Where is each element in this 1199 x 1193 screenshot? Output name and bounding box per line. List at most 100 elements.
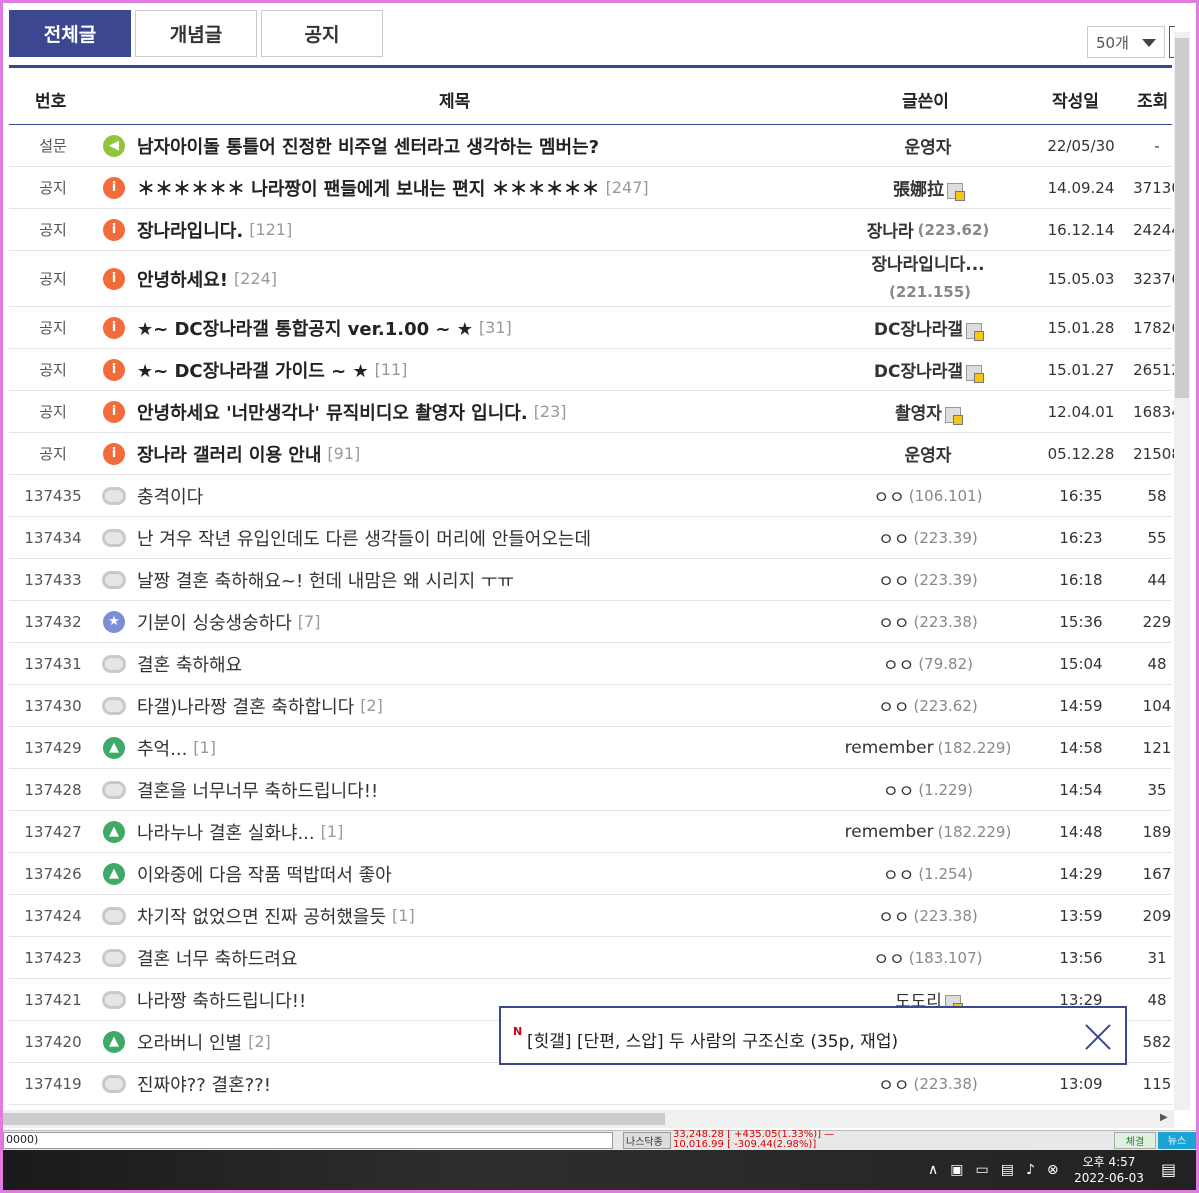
notice-row[interactable]: 공지 i ★~ DC장나라갤 가이드 ~ ★ [11] DC장나라갤 15.01…	[9, 349, 1181, 391]
status-tab-news[interactable]: 뉴스	[1158, 1132, 1196, 1149]
post-writer[interactable]: 운영자	[799, 125, 1057, 166]
reply-count[interactable]: [91]	[327, 444, 360, 463]
vertical-scroll-thumb[interactable]	[1175, 38, 1189, 398]
post-title-link[interactable]: 충격이다	[137, 475, 837, 516]
table-row[interactable]: 137429 ▲ 추억... [1] remember (182.229) 14…	[9, 727, 1172, 769]
notice-row[interactable]: 공지 i 장나라입니다. [121] 장나라 (223.62) 16.12.14…	[9, 209, 1181, 251]
reply-count[interactable]: [2]	[360, 696, 383, 715]
post-writer[interactable]: ㅇㅇ (183.107)	[799, 937, 1057, 978]
scroll-right-icon[interactable]: ▶	[1160, 1112, 1168, 1123]
close-circle-icon[interactable]: ⊗	[1047, 1162, 1059, 1178]
popup-link[interactable]: [힛갤] [단편, 스압] 두 사람의 구조신호 (35p, 재업)	[527, 1027, 898, 1052]
notice-row[interactable]: 공지 i 안녕하세요 '너만생각나' 뮤직비디오 촬영자 입니다. [23] 촬…	[9, 391, 1181, 433]
list-size-select[interactable]: 50개	[1087, 26, 1165, 58]
reply-count[interactable]: [2]	[248, 1032, 271, 1051]
post-writer[interactable]: DC장나라갤	[799, 307, 1057, 348]
post-title-link[interactable]: 결혼 너무 축하드려요	[137, 937, 837, 978]
post-title-link[interactable]: 난 겨우 작년 유입인데도 다른 생각들이 머리에 안들어오는데	[137, 517, 837, 558]
post-date: 15.01.27	[1047, 360, 1115, 379]
post-writer[interactable]: 촬영자	[799, 391, 1057, 432]
notification-icon[interactable]: ▤	[1161, 1160, 1176, 1179]
table-row[interactable]: 137431 결혼 축하해요 ㅇㅇ (79.82) 15:04 48	[9, 643, 1172, 685]
post-title-link[interactable]: 날짱 결혼 축하해요~! 헌데 내맘은 왜 시리지 ㅜㅠ	[137, 559, 837, 600]
post-writer[interactable]: ㅇㅇ (223.39)	[799, 517, 1057, 558]
table-row[interactable]: 137426 ▲ 이와중에 다음 작품 떡밥떠서 좋아 ㅇㅇ (1.254) 1…	[9, 853, 1172, 895]
notice-row[interactable]: 공지 i 안녕하세요! [224] 장나라입니다... (221.155) 15…	[9, 251, 1181, 307]
post-writer[interactable]: ㅇㅇ (223.38)	[799, 895, 1057, 936]
post-title-link[interactable]: 진짜야?? 결혼??!	[137, 1063, 837, 1104]
post-title-link[interactable]: 안녕하세요 '너만생각나' 뮤직비디오 촬영자 입니다. [23]	[137, 391, 837, 432]
notice-row[interactable]: 공지 i ＊＊＊＊＊＊ 나라짱이 팬들에게 보내는 편지 ＊＊＊＊＊＊ [247…	[9, 167, 1181, 209]
table-row[interactable]: 137430 타갤)나라짱 결혼 축하합니다 [2] ㅇㅇ (223.62) 1…	[9, 685, 1172, 727]
post-title-link[interactable]: 기분이 싱숭생숭하다 [7]	[137, 601, 837, 642]
notice-row[interactable]: 공지 i 장나라 갤러리 이용 안내 [91] 운영자 05.12.28 215…	[9, 433, 1181, 475]
post-writer[interactable]: 張娜拉	[799, 167, 1057, 208]
post-writer[interactable]: ㅇㅇ (79.82)	[799, 643, 1057, 684]
volume-icon[interactable]: ♪	[1026, 1162, 1035, 1178]
post-title-link[interactable]: 차기작 없었으면 진짜 공허했을듯 [1]	[137, 895, 837, 936]
reply-count[interactable]: [247]	[606, 178, 649, 197]
close-icon[interactable]	[1083, 1022, 1113, 1052]
post-writer[interactable]: ㅇㅇ (223.39)	[799, 559, 1057, 600]
post-writer[interactable]: ㅇㅇ (223.62)	[799, 685, 1057, 726]
post-number: 공지	[39, 445, 67, 463]
reply-count[interactable]: [224]	[234, 269, 277, 288]
table-row[interactable]: 137424 차기작 없었으면 진짜 공허했을듯 [1] ㅇㅇ (223.38)…	[9, 895, 1172, 937]
post-title-link[interactable]: 이와중에 다음 작품 떡밥떠서 좋아	[137, 853, 837, 894]
post-writer[interactable]: ㅇㅇ (223.38)	[799, 1063, 1057, 1104]
tray-expand-icon[interactable]: ∧	[928, 1162, 938, 1178]
post-writer[interactable]: ㅇㅇ (106.101)	[799, 475, 1057, 516]
post-title-link[interactable]: 안녕하세요! [224]	[137, 251, 837, 306]
reply-count[interactable]: [23]	[534, 402, 567, 421]
table-row[interactable]: 137428 결혼을 너무너무 축하드립니다!! ㅇㅇ (1.229) 14:5…	[9, 769, 1172, 811]
post-title-link[interactable]: 나라누나 결혼 실화냐... [1]	[137, 811, 837, 852]
post-title-link[interactable]: 장나라 갤러리 이용 안내 [91]	[137, 433, 837, 474]
post-title-link[interactable]: 결혼 축하해요	[137, 643, 837, 684]
post-writer[interactable]: DC장나라갤	[799, 349, 1057, 390]
post-title-link[interactable]: 장나라입니다. [121]	[137, 209, 837, 250]
post-writer[interactable]: ㅇㅇ (223.38)	[799, 601, 1057, 642]
horizontal-scroll-thumb[interactable]	[3, 1113, 665, 1125]
network-icon[interactable]: ▤	[1001, 1162, 1014, 1178]
reply-count[interactable]: [1]	[321, 822, 344, 841]
post-title-link[interactable]: 결혼을 너무너무 축하드립니다!!	[137, 769, 837, 810]
table-row[interactable]: 137434 난 겨우 작년 유입인데도 다른 생각들이 머리에 안들어오는데 …	[9, 517, 1172, 559]
table-row[interactable]: 137435 충격이다 ㅇㅇ (106.101) 16:35 58	[9, 475, 1172, 517]
post-title-link[interactable]: 남자아이돌 통틀어 진정한 비주얼 센터라고 생각하는 멤버는?	[137, 125, 837, 166]
table-row[interactable]: 137432 ★ 기분이 싱숭생숭하다 [7] ㅇㅇ (223.38) 15:3…	[9, 601, 1172, 643]
post-title-link[interactable]: ＊＊＊＊＊＊ 나라짱이 팬들에게 보내는 편지 ＊＊＊＊＊＊ [247]	[137, 167, 837, 208]
post-type-icon-wrap: i	[102, 349, 126, 390]
table-row[interactable]: 137433 날짱 결혼 축하해요~! 헌데 내맘은 왜 시리지 ㅜㅠ ㅇㅇ (…	[9, 559, 1172, 601]
tab-all[interactable]: 전체글	[9, 10, 131, 57]
post-writer[interactable]: ㅇㅇ (1.254)	[799, 853, 1057, 894]
reply-count[interactable]: [7]	[298, 612, 321, 631]
post-writer[interactable]: 운영자	[799, 433, 1057, 474]
status-tab-trade[interactable]: 체결	[1114, 1132, 1156, 1149]
tray-app-icon[interactable]: ▣	[950, 1162, 963, 1178]
clock[interactable]: 오후 4:57 2022-06-03	[1073, 1154, 1145, 1186]
post-writer[interactable]: remember (182.229)	[799, 727, 1057, 768]
post-writer[interactable]: remember (182.229)	[799, 811, 1057, 852]
reply-count[interactable]: [1]	[392, 906, 415, 925]
reply-count[interactable]: [11]	[375, 360, 408, 379]
post-writer[interactable]: ㅇㅇ (1.229)	[799, 769, 1057, 810]
recommend-popup[interactable]: N [힛갤] [단편, 스압] 두 사람의 구조신호 (35p, 재업)	[499, 1006, 1127, 1065]
post-title-link[interactable]: 타갤)나라짱 결혼 축하합니다 [2]	[137, 685, 837, 726]
reply-count[interactable]: [31]	[479, 318, 512, 337]
table-row[interactable]: 137427 ▲ 나라누나 결혼 실화냐... [1] remember (18…	[9, 811, 1172, 853]
notice-row[interactable]: 설문 ◀ 남자아이돌 통틀어 진정한 비주얼 센터라고 생각하는 멤버는? 운영…	[9, 125, 1172, 167]
post-title-link[interactable]: ★~ DC장나라갤 가이드 ~ ★ [11]	[137, 349, 837, 390]
list-size-value: 50개	[1096, 33, 1129, 52]
tab-recommended[interactable]: 개념글	[135, 10, 257, 57]
post-title-link[interactable]: ★~ DC장나라갤 통합공지 ver.1.00 ~ ★ [31]	[137, 307, 837, 348]
notice-row[interactable]: 공지 i ★~ DC장나라갤 통합공지 ver.1.00 ~ ★ [31] DC…	[9, 307, 1181, 349]
post-title-link[interactable]: 추억... [1]	[137, 727, 837, 768]
battery-icon[interactable]: ▭	[975, 1162, 988, 1178]
tab-notice[interactable]: 공지	[261, 10, 383, 57]
reply-count[interactable]: [121]	[249, 220, 292, 239]
table-row[interactable]: 137423 결혼 너무 축하드려요 ㅇㅇ (183.107) 13:56 31	[9, 937, 1172, 979]
post-writer[interactable]: 장나라입니다... (221.155)	[799, 251, 1057, 306]
reply-count[interactable]: [1]	[193, 738, 216, 757]
table-row[interactable]: 137419 진짜야?? 결혼??! ㅇㅇ (223.38) 13:09 115	[9, 1063, 1172, 1105]
post-writer[interactable]: 장나라 (223.62)	[799, 209, 1057, 250]
